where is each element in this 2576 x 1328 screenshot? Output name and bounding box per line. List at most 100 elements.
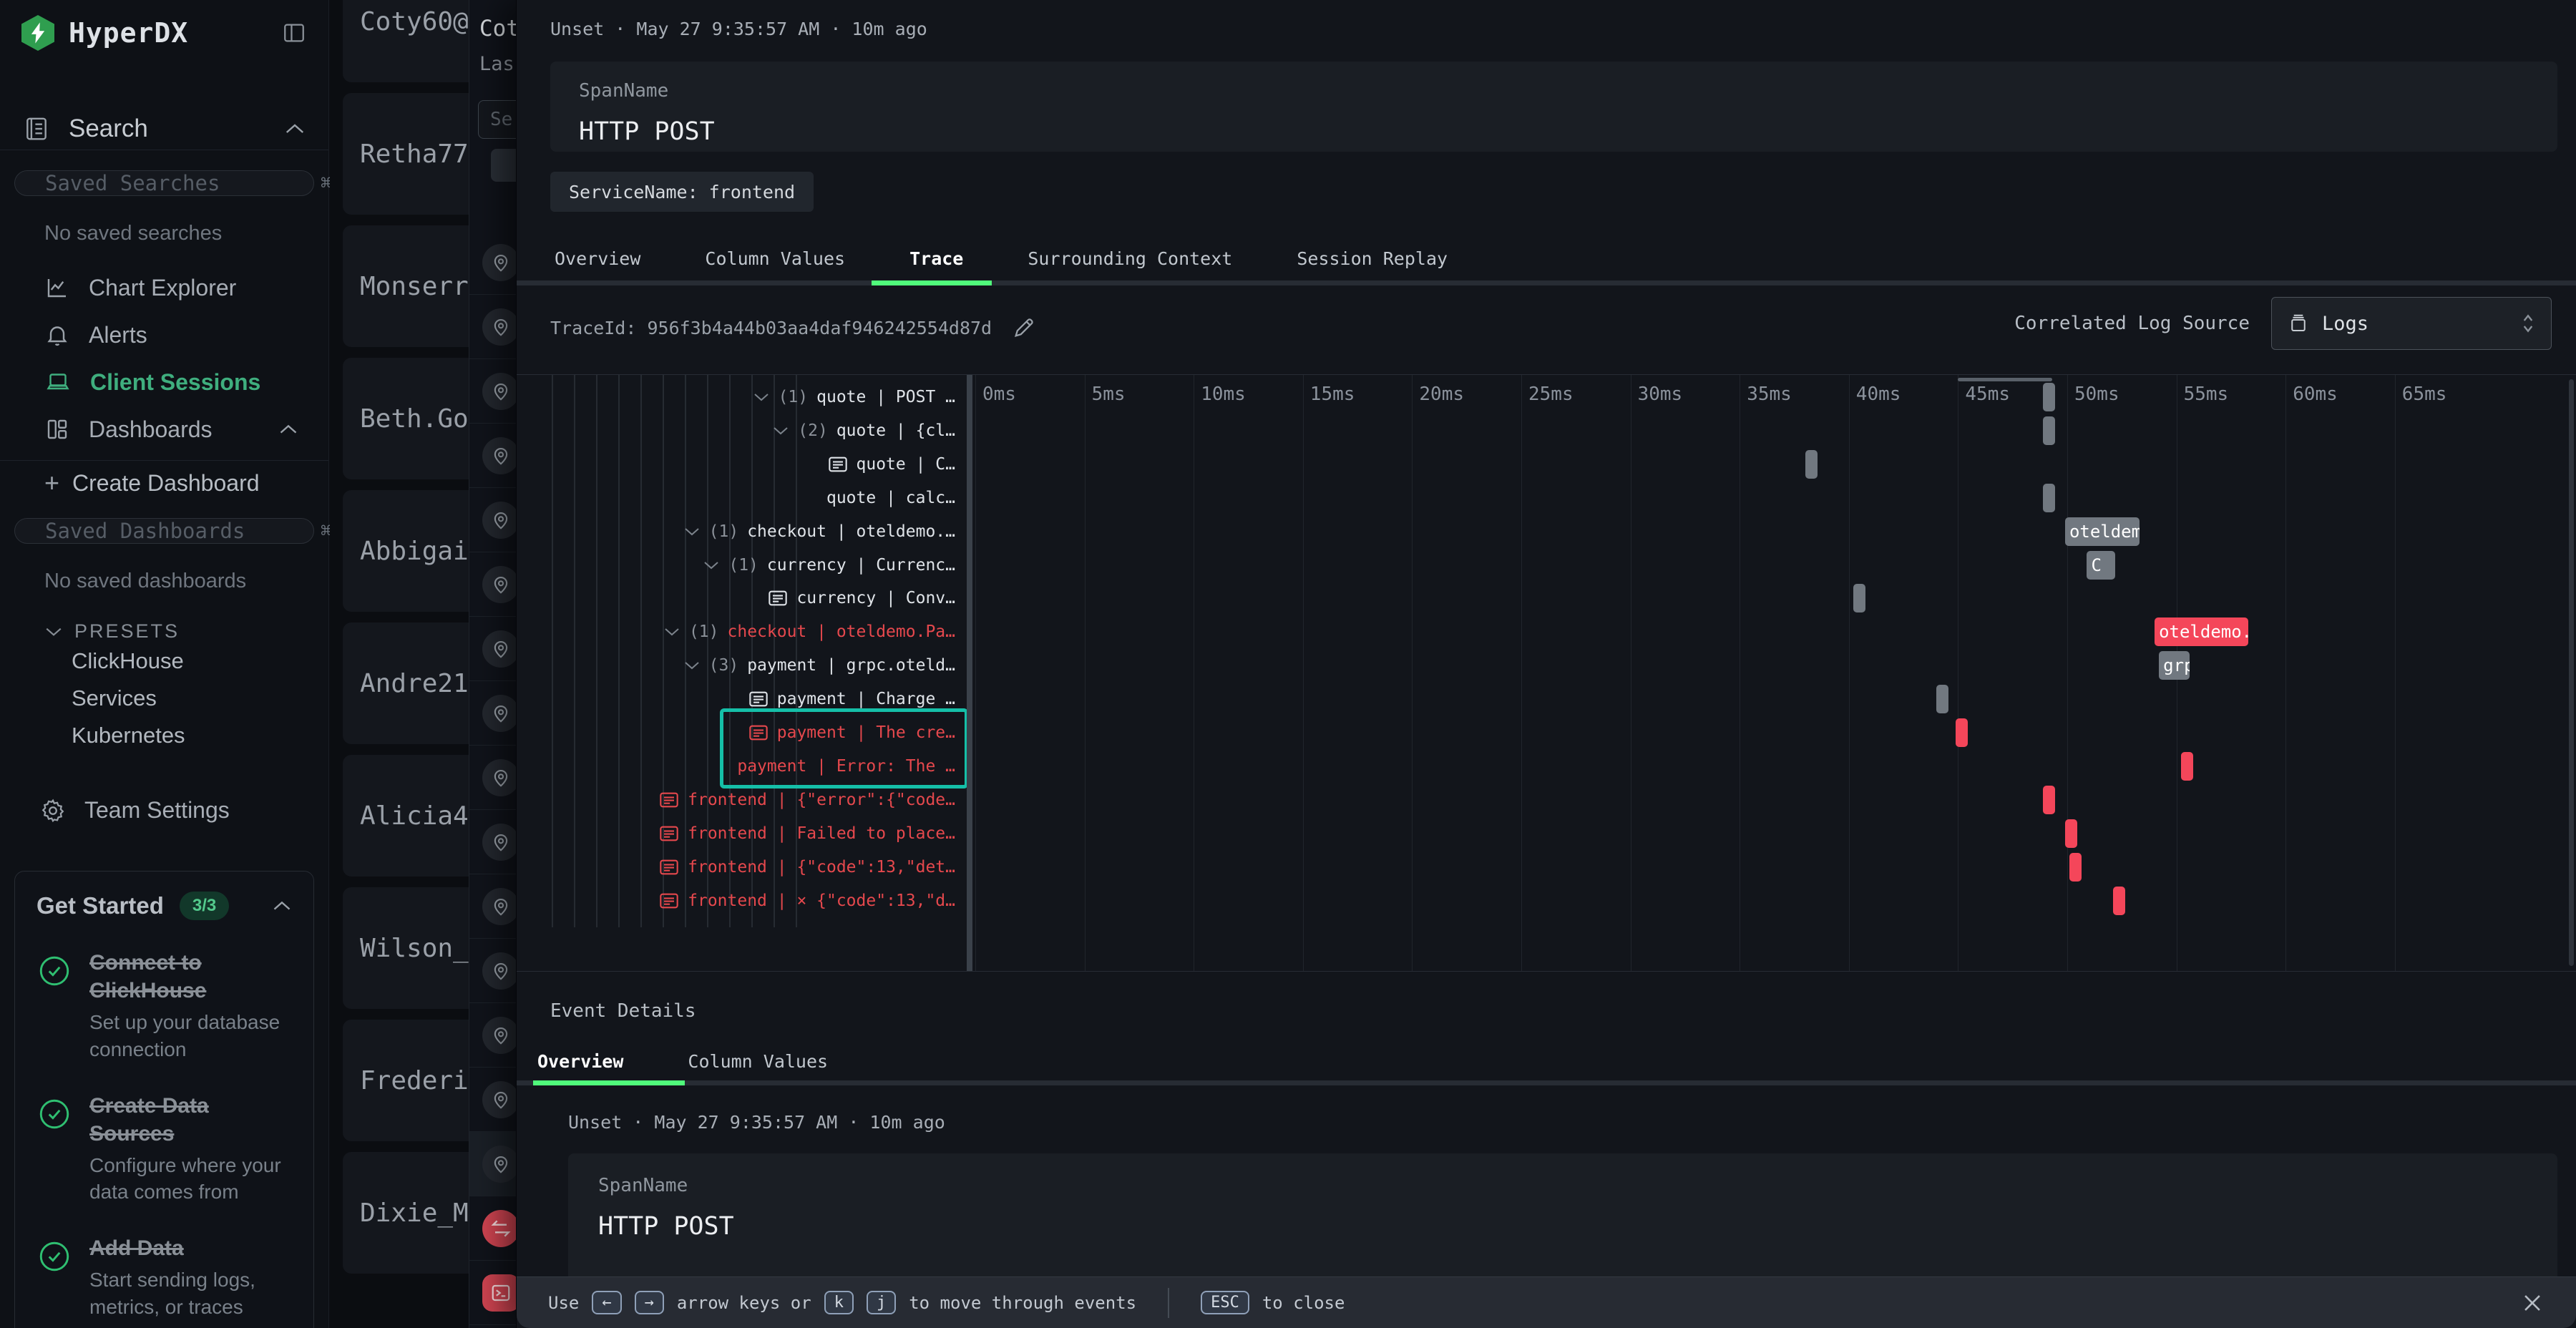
session-event-row[interactable] bbox=[469, 746, 516, 810]
sidebar-section-search[interactable]: Search bbox=[0, 107, 328, 150]
trace-span-row[interactable]: (3)payment | grpc.oteld… bbox=[517, 649, 955, 682]
saved-searches-input-wrap[interactable]: ⌘K bbox=[14, 170, 314, 196]
session-list-item[interactable]: Wilson_H bbox=[343, 887, 469, 1009]
session-event-row[interactable] bbox=[469, 1068, 516, 1132]
get-started-item[interactable]: Connect to ClickHouseSet up your databas… bbox=[36, 949, 292, 1063]
sidebar-item-alerts[interactable]: Alerts bbox=[14, 311, 314, 358]
saved-dashboards-input-wrap[interactable]: ⌘K bbox=[14, 518, 314, 544]
trace-span-row[interactable]: (1)checkout | oteldemo.Pa… bbox=[517, 615, 955, 648]
chevron-down-icon[interactable] bbox=[683, 526, 701, 537]
edit-pencil-icon[interactable] bbox=[1012, 316, 1036, 340]
span-bar[interactable]: oteldemo. bbox=[2065, 517, 2140, 546]
span-bar[interactable]: C bbox=[2087, 551, 2115, 580]
chevron-up-icon[interactable] bbox=[272, 899, 292, 912]
preset-kubernetes[interactable]: Kubernetes bbox=[14, 717, 314, 754]
sidebar-item-client-sessions[interactable]: Client Sessions bbox=[14, 358, 314, 406]
waterfall-horizontal-scroll-thumb[interactable] bbox=[1958, 378, 2051, 381]
session-search-input[interactable] bbox=[490, 109, 516, 130]
session-event-row[interactable] bbox=[469, 810, 516, 874]
session-list-item[interactable]: Frederic bbox=[343, 1020, 469, 1141]
trace-span-row[interactable]: frontend | × {"code":13,"d… bbox=[517, 884, 955, 917]
saved-searches-input[interactable] bbox=[45, 171, 309, 195]
close-icon[interactable] bbox=[2520, 1291, 2545, 1315]
span-bar[interactable] bbox=[2043, 484, 2055, 512]
team-settings-button[interactable]: Team Settings bbox=[14, 797, 314, 824]
session-event-row[interactable] bbox=[469, 424, 516, 488]
session-list-item[interactable]: Retha77@ bbox=[343, 93, 469, 215]
session-event-row[interactable] bbox=[469, 1196, 516, 1261]
trace-span-row[interactable]: (1)quote | POST … bbox=[517, 381, 955, 414]
session-list-item[interactable]: Alicia42 bbox=[343, 755, 469, 877]
session-list-item[interactable]: Abbigail bbox=[343, 490, 469, 612]
span-bar[interactable] bbox=[2069, 853, 2082, 882]
trace-span-row[interactable]: quote | calc… bbox=[517, 482, 955, 514]
span-bar[interactable] bbox=[1936, 685, 1948, 713]
trace-span-row[interactable]: currency | Conv… bbox=[517, 582, 955, 615]
session-event-row[interactable] bbox=[469, 1261, 516, 1325]
trace-span-row[interactable]: frontend | {"code":13,"det… bbox=[517, 851, 955, 884]
span-bar[interactable] bbox=[1805, 450, 1818, 479]
service-name-chip[interactable]: ServiceName: frontend bbox=[550, 172, 814, 212]
sidebar-item-dashboards[interactable]: Dashboards bbox=[14, 406, 314, 453]
session-event-row[interactable] bbox=[469, 552, 516, 617]
session-event-row[interactable] bbox=[469, 230, 516, 295]
sidebar-item-chart-explorer[interactable]: Chart Explorer bbox=[14, 264, 314, 311]
session-event-row[interactable] bbox=[469, 681, 516, 746]
session-list-item[interactable]: Dixie_Mc bbox=[343, 1152, 469, 1274]
span-bar[interactable] bbox=[1853, 584, 1865, 612]
trace-span-row[interactable]: payment | Charge … bbox=[517, 683, 955, 716]
trace-span-row[interactable]: (1)checkout | oteldemo.… bbox=[517, 515, 955, 548]
chevron-down-icon[interactable] bbox=[753, 391, 770, 403]
session-list-item[interactable]: Coty60@g bbox=[343, 0, 469, 82]
get-started-item[interactable]: Add DataStart sending logs, metrics, or … bbox=[36, 1234, 292, 1321]
trace-span-row[interactable]: (1)currency | Currenc… bbox=[517, 549, 955, 582]
session-event-row[interactable] bbox=[469, 939, 516, 1003]
span-bar[interactable] bbox=[2113, 887, 2125, 915]
session-event-row[interactable] bbox=[469, 617, 516, 681]
strip-button[interactable] bbox=[491, 149, 516, 182]
event-details-tab-overview[interactable]: Overview bbox=[533, 1051, 655, 1072]
saved-dashboards-input[interactable] bbox=[45, 519, 309, 543]
span-bar[interactable] bbox=[2043, 786, 2055, 814]
trace-span-row[interactable]: frontend | Failed to place… bbox=[517, 817, 955, 850]
trace-span-row[interactable]: payment | The cre… bbox=[517, 716, 955, 749]
tab-trace[interactable]: Trace bbox=[877, 248, 995, 269]
waterfall-vertical-scrollbar[interactable] bbox=[2569, 379, 2574, 966]
tab-column-values[interactable]: Column Values bbox=[673, 248, 877, 269]
span-bar[interactable]: oteldemo. bbox=[2155, 617, 2248, 646]
sidebar-collapse-icon[interactable] bbox=[281, 21, 307, 45]
tree-resize-handle[interactable] bbox=[967, 375, 972, 971]
session-list-item[interactable]: Beth.Gol bbox=[343, 358, 469, 479]
event-details-tab-column-values[interactable]: Column Values bbox=[655, 1051, 860, 1072]
trace-span-row[interactable]: payment | Error: The … bbox=[517, 750, 955, 783]
session-event-row[interactable] bbox=[469, 488, 516, 552]
tab-surrounding-context[interactable]: Surrounding Context bbox=[995, 248, 1264, 269]
preset-clickhouse[interactable]: ClickHouse bbox=[14, 643, 314, 680]
session-event-row[interactable] bbox=[469, 295, 516, 359]
get-started-item[interactable]: Create Data SourcesConfigure where your … bbox=[36, 1092, 292, 1206]
chevron-down-icon[interactable] bbox=[683, 660, 701, 671]
session-list-item[interactable]: Andre21@ bbox=[343, 622, 469, 744]
span-bar[interactable] bbox=[2181, 752, 2193, 781]
session-event-row[interactable] bbox=[469, 1003, 516, 1068]
log-source-select[interactable]: Logs bbox=[2271, 297, 2552, 350]
span-bar[interactable] bbox=[2043, 383, 2055, 411]
preset-services[interactable]: Services bbox=[14, 680, 314, 717]
session-event-row[interactable] bbox=[469, 1132, 516, 1196]
span-bar[interactable]: grp bbox=[2159, 651, 2190, 680]
span-bar[interactable] bbox=[2065, 819, 2077, 848]
chevron-down-icon[interactable] bbox=[703, 560, 720, 571]
trace-span-row[interactable]: quote | C… bbox=[517, 448, 955, 481]
trace-span-row[interactable]: frontend | {"error":{"code… bbox=[517, 783, 955, 816]
get-started-header[interactable]: Get Started 3/3 bbox=[36, 892, 292, 920]
session-search-wrap[interactable] bbox=[478, 100, 516, 139]
span-bar[interactable] bbox=[1956, 718, 1968, 747]
span-bar[interactable] bbox=[2043, 416, 2055, 445]
session-event-row[interactable] bbox=[469, 359, 516, 424]
trace-span-row[interactable]: (2)quote | {cl… bbox=[517, 414, 955, 447]
chevron-down-icon[interactable] bbox=[772, 425, 789, 436]
chevron-down-icon[interactable] bbox=[663, 626, 680, 638]
presets-toggle[interactable]: PRESETS bbox=[44, 620, 314, 643]
session-list-item[interactable]: Monserra bbox=[343, 225, 469, 347]
tab-session-replay[interactable]: Session Replay bbox=[1264, 248, 1480, 269]
